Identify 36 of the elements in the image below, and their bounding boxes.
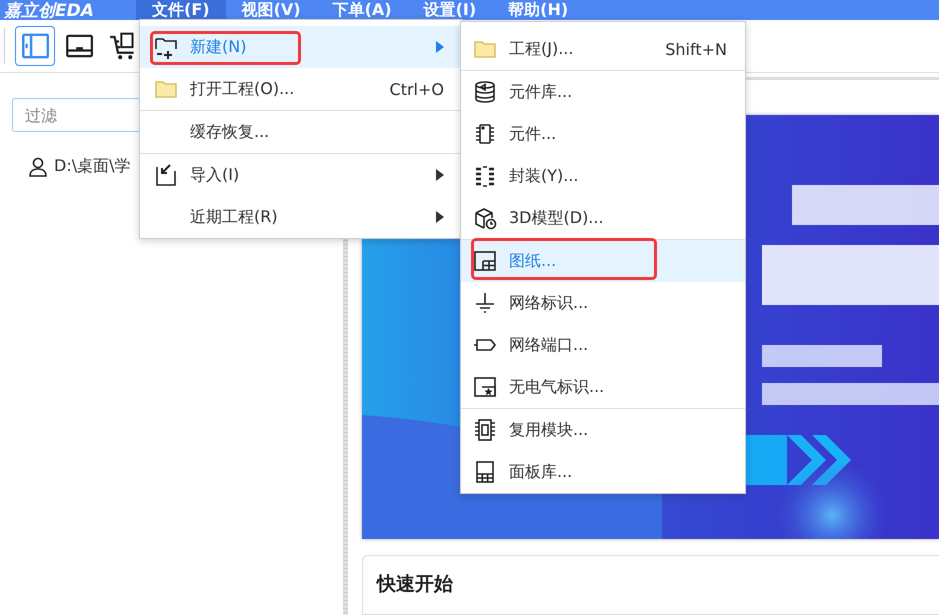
- new-folder-icon: [154, 35, 178, 59]
- menu-item[interactable]: 面板库...: [461, 451, 745, 493]
- tree-item[interactable]: D:\桌面\学: [54, 156, 130, 177]
- menu-item[interactable]: 元件...: [461, 113, 745, 155]
- menu-item[interactable]: 元件库...: [461, 71, 745, 113]
- app-logo: 嘉立创EDA: [3, 0, 95, 22]
- panel-icon: [473, 460, 497, 484]
- user-icon: [28, 156, 48, 176]
- menu-item[interactable]: 封装(Y)...: [461, 155, 745, 197]
- import-icon: [154, 163, 178, 187]
- menu-item[interactable]: 无电气标识...: [461, 366, 745, 408]
- module-icon: [473, 418, 497, 442]
- shortcut-label: Ctrl+O: [390, 80, 444, 98]
- menu-item[interactable]: 缓存恢复...: [140, 111, 462, 153]
- menu-item[interactable]: 导入(I): [140, 154, 462, 196]
- library-icon: [473, 80, 497, 104]
- menu-item[interactable]: 图纸...: [461, 240, 745, 282]
- menu-item[interactable]: 新建(N): [140, 26, 462, 68]
- menu-item[interactable]: 网络端口...: [461, 324, 745, 366]
- star-box-icon: [473, 375, 497, 399]
- shortcut-label: Shift+N: [665, 40, 727, 58]
- card-title: 快速开始: [377, 572, 454, 597]
- menu-item[interactable]: 工程(J)... Shift+N: [461, 28, 745, 70]
- menu-item[interactable]: 网络标识...: [461, 282, 745, 324]
- chip-icon: [473, 122, 497, 146]
- menu-item[interactable]: 打开工程(O)... Ctrl+O: [140, 68, 462, 110]
- menu-item[interactable]: 复用模块...: [461, 409, 745, 451]
- sidebar-toggle-icon: [21, 32, 49, 60]
- sheet-icon: [473, 249, 497, 273]
- menu-title[interactable]: 文件(F): [136, 0, 226, 20]
- menu-item[interactable]: 近期工程(R): [140, 196, 462, 238]
- cube-icon: [473, 206, 497, 230]
- bottom-panel-icon: [65, 32, 93, 60]
- ground-icon: [473, 291, 497, 315]
- menu-item[interactable]: 3D模型(D)...: [461, 197, 745, 239]
- footprint-icon: [473, 164, 497, 188]
